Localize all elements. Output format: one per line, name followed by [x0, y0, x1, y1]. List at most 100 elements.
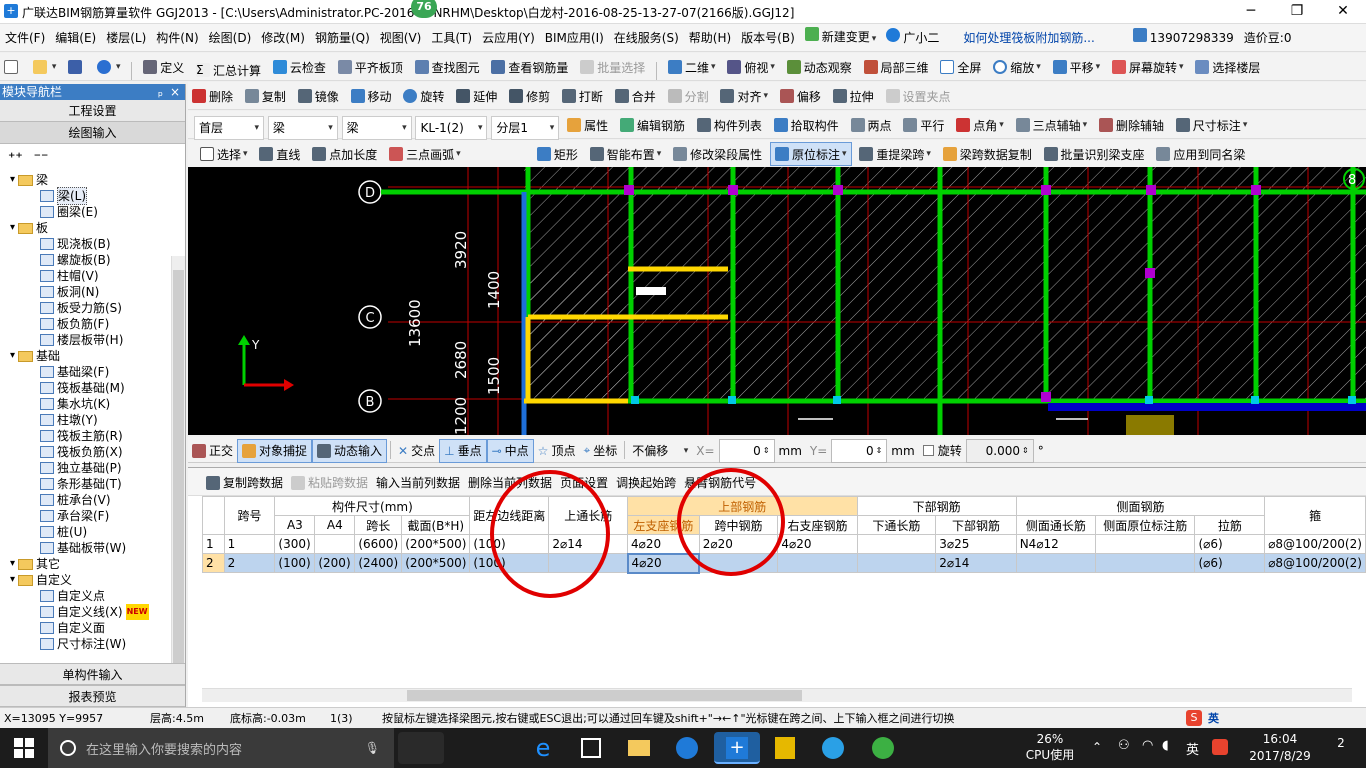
tree-item[interactable]: 柱帽(V): [0, 268, 170, 284]
tree-item[interactable]: 筏板基础(M): [0, 380, 170, 396]
clock[interactable]: 16:04 2017/8/29: [1240, 731, 1320, 765]
category-select[interactable]: 梁 ▾: [267, 115, 338, 140]
tree-item[interactable]: 板洞(N): [0, 284, 170, 300]
glodon-app-icon[interactable]: [664, 732, 710, 764]
copy-button[interactable]: 复制: [241, 84, 290, 108]
scrollbar-thumb[interactable]: [407, 690, 802, 701]
cpu-usage-widget[interactable]: 26% CPU使用: [1020, 731, 1080, 763]
input-column-button[interactable]: 输入当前列数据: [372, 471, 464, 495]
tree-item[interactable]: 自定义线(X) NEW: [0, 604, 170, 620]
tab-project-settings[interactable]: 工程设置: [0, 100, 185, 122]
page-setup-button[interactable]: 页面设置: [556, 471, 612, 495]
merge-button[interactable]: 合并: [611, 84, 660, 108]
top-view-dropdown[interactable]: 俯视 ▾: [723, 55, 779, 79]
cell-bottom-rebar[interactable]: 2⌀14: [935, 553, 1017, 573]
microphone-icon[interactable]: 🎙: [365, 741, 380, 755]
cell-side-in-situ[interactable]: [1094, 553, 1196, 573]
offset-mode-select[interactable]: 不偏移 ▾: [628, 439, 692, 463]
fullscreen-button[interactable]: 全屏: [936, 55, 985, 79]
offset-button[interactable]: 偏移: [776, 84, 825, 108]
point-angle-dropdown[interactable]: 点角 ▾: [952, 113, 1008, 137]
glodon-cloud-icon[interactable]: [810, 732, 856, 764]
tree-item[interactable]: 板负筋(F): [0, 316, 170, 332]
layer-select[interactable]: 分层1 ▾: [491, 115, 560, 140]
tree-item[interactable]: 独立基础(P): [0, 460, 170, 476]
drawing-canvas[interactable]: D C B 3920 13600 1400 2680 1500 1200 8 Y: [188, 167, 1366, 435]
save-button[interactable]: [64, 55, 89, 79]
pan-dropdown[interactable]: 平移 ▾: [1049, 55, 1105, 79]
in-situ-annotation-button[interactable]: 原位标注 ▾: [769, 142, 852, 166]
floor-select[interactable]: 首层 ▾: [194, 115, 264, 140]
tree-item[interactable]: 桩承台(V): [0, 492, 170, 508]
select-dropdown[interactable]: 选择 ▾: [196, 142, 252, 166]
dynamic-input-toggle[interactable]: 动态输入: [312, 438, 388, 463]
copy-span-button[interactable]: 复制跨数据: [202, 471, 287, 495]
store-icon[interactable]: [568, 732, 614, 764]
windows-start-icon[interactable]: [14, 738, 34, 758]
assistant-button[interactable]: 广小二: [881, 24, 944, 52]
smart-layout-dropdown[interactable]: 智能布置 ▾: [586, 142, 666, 166]
tree-item[interactable]: 圈梁(E): [0, 204, 170, 220]
extend-button[interactable]: 延伸: [452, 84, 501, 108]
cell-section[interactable]: (200*500): [401, 553, 471, 573]
cell-mid-span[interactable]: [698, 553, 779, 573]
y-offset-input[interactable]: 0 ⇕: [831, 438, 888, 463]
cell-side-continuous[interactable]: [1015, 553, 1096, 573]
ortho-toggle[interactable]: 正交: [188, 439, 237, 463]
tree-item[interactable]: 基础梁(F): [0, 364, 170, 380]
two-point-axis-button[interactable]: 两点: [847, 113, 896, 137]
menu-bim[interactable]: BIM应用(I): [540, 24, 609, 52]
cell-right-support[interactable]: [777, 553, 858, 573]
cell-right-support[interactable]: 4⌀20: [777, 534, 858, 554]
cell-side-in-situ[interactable]: [1094, 534, 1196, 554]
tree-item[interactable]: 尺寸标注(W): [0, 636, 170, 652]
cell-left-support-selected[interactable]: 4⌀20: [626, 552, 701, 574]
cell-length[interactable]: (6600): [354, 534, 403, 554]
cell-length[interactable]: (2400): [354, 553, 403, 573]
view-rebar-button[interactable]: 查看钢筋量: [487, 55, 572, 79]
tree-item[interactable]: 集水坑(K): [0, 396, 170, 412]
zoom-dropdown[interactable]: 缩放 ▾: [989, 55, 1045, 79]
open-file-button[interactable]: ▾: [29, 55, 61, 79]
summary-calc-button[interactable]: Σ 汇总计算: [192, 58, 265, 82]
cell-left-support[interactable]: 4⌀20: [627, 534, 700, 554]
cell-a3[interactable]: (300): [274, 534, 316, 554]
stretch-button[interactable]: 拉伸: [829, 84, 878, 108]
cell-bottom-continuous[interactable]: [856, 553, 937, 573]
close-button[interactable]: ✕: [1320, 0, 1366, 24]
cell-distance[interactable]: (100): [469, 534, 550, 554]
table-row[interactable]: 1 1 (300) (6600) (200*500) (100) 2⌀14 4⌀…: [202, 534, 1366, 554]
view-2d-dropdown[interactable]: 二维 ▾: [664, 55, 720, 79]
delete-axis-button[interactable]: 删除辅轴: [1095, 113, 1168, 137]
cell-stirrup[interactable]: ⌀8@100/200(2): [1264, 534, 1366, 554]
cell-a4[interactable]: (200): [314, 553, 356, 573]
menu-floor[interactable]: 楼层(L): [101, 24, 151, 52]
table-horizontal-scrollbar[interactable]: [202, 688, 1352, 702]
tree-folder[interactable]: ▾ 基础: [0, 348, 170, 364]
minimize-button[interactable]: ─: [1228, 0, 1274, 24]
sogou-tray-icon[interactable]: [1212, 739, 1228, 755]
vertex-snap-toggle[interactable]: ☆ 顶点: [534, 439, 580, 463]
coordinate-snap-toggle[interactable]: ⌖ 坐标: [579, 439, 621, 463]
sogou-ime-icon[interactable]: S: [1186, 710, 1202, 726]
expand-toggle-icon[interactable]: ▾: [10, 572, 15, 588]
subcategory-select[interactable]: 梁 ▾: [341, 115, 412, 140]
three-point-axis-dropdown[interactable]: 三点辅轴 ▾: [1012, 113, 1092, 137]
expand-toggle-icon[interactable]: ▾: [10, 172, 15, 188]
notes-app-icon[interactable]: [762, 732, 808, 764]
cell-top-continuous[interactable]: 2⌀14: [548, 534, 629, 554]
tree-folder[interactable]: ▾ 其它: [0, 556, 170, 572]
mirror-button[interactable]: 镜像: [294, 84, 343, 108]
parallel-axis-button[interactable]: 平行: [899, 113, 948, 137]
rotate-checkbox[interactable]: 旋转: [919, 439, 966, 463]
menu-modify[interactable]: 修改(M): [256, 24, 310, 52]
set-grip-button[interactable]: 设置夹点: [882, 84, 955, 108]
question-link[interactable]: 如何处理筏板附加钢筋...: [958, 24, 1099, 52]
tree-item[interactable]: 承台梁(F): [0, 508, 170, 524]
split-button[interactable]: 分割: [664, 84, 713, 108]
file-explorer-icon[interactable]: [616, 732, 662, 764]
cell-tie[interactable]: (⌀6): [1194, 553, 1266, 573]
define-button[interactable]: 定义: [139, 55, 188, 79]
cantilever-code-button[interactable]: 悬臂钢筋代号: [680, 471, 760, 495]
tree-item[interactable]: 柱墩(Y): [0, 412, 170, 428]
